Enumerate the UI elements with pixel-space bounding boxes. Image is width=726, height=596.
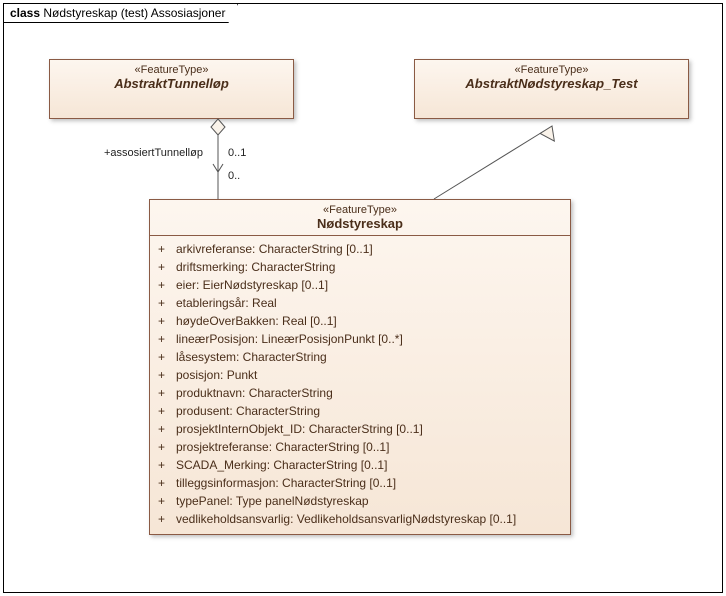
assoc-role-label: +assosiertTunnelløp [104, 147, 203, 159]
attribute-signature: driftsmerking: CharacterString [176, 258, 335, 276]
class-nodstyreskap[interactable]: «FeatureType» Nødstyreskap + arkivreferan… [149, 199, 571, 535]
attribute-row: + etableringsår: Real [158, 294, 562, 312]
class-header: «FeatureType» AbstraktTunnelløp [50, 60, 293, 95]
frame-title-tab: class Nødstyreskap (test) Assosiasjoner [3, 3, 238, 23]
frame-keyword: class [10, 6, 40, 20]
visibility: + [158, 402, 166, 420]
class-header: «FeatureType» AbstraktNødstyreskap_Test [415, 60, 688, 95]
stereotype: «FeatureType» [421, 64, 682, 76]
attribute-row: + produktnavn: CharacterString [158, 384, 562, 402]
attribute-signature: arkivreferanse: CharacterString [0..1] [176, 240, 373, 258]
attribute-row: + vedlikeholdsansvarlig: Vedlikeholdsansv… [158, 510, 562, 528]
class-abstrakt-nodstyreskap-test[interactable]: «FeatureType» AbstraktNødstyreskap_Test [414, 59, 689, 119]
attribute-row: + prosjektreferanse: CharacterString [0..… [158, 438, 562, 456]
attribute-signature: posisjon: Punkt [176, 366, 257, 384]
visibility: + [158, 456, 166, 474]
attribute-signature: høydeOverBakken: Real [0..1] [176, 312, 337, 330]
multiplicity-upper: 0..1 [228, 147, 246, 159]
class-name: AbstraktTunnelløp [56, 76, 287, 91]
attribute-signature: vedlikeholdsansvarlig: Vedlikeholdsansva… [176, 510, 516, 528]
attribute-signature: lineærPosisjon: LineærPosisjonPunkt [0..… [176, 330, 403, 348]
visibility: + [158, 384, 166, 402]
attribute-signature: produsent: CharacterString [176, 402, 320, 420]
visibility: + [158, 312, 166, 330]
visibility: + [158, 366, 166, 384]
attribute-row: + eier: EierNødstyreskap [0..1] [158, 276, 562, 294]
visibility: + [158, 492, 166, 510]
stereotype: «FeatureType» [56, 64, 287, 76]
attribute-signature: prosjektreferanse: CharacterString [0..1… [176, 438, 389, 456]
multiplicity-lower: 0.. [228, 170, 240, 182]
attribute-row: + typePanel: Type panelNødstyreskap [158, 492, 562, 510]
visibility: + [158, 276, 166, 294]
attribute-row: + låsesystem: CharacterString [158, 348, 562, 366]
visibility: + [158, 330, 166, 348]
class-name: Nødstyreskap [156, 216, 564, 231]
attribute-row: + lineærPosisjon: LineærPosisjonPunkt [0.… [158, 330, 562, 348]
class-abstrakt-tunnellop[interactable]: «FeatureType» AbstraktTunnelløp [49, 59, 294, 119]
attribute-signature: etableringsår: Real [176, 294, 277, 312]
attribute-row: + høydeOverBakken: Real [0..1] [158, 312, 562, 330]
attribute-signature: produktnavn: CharacterString [176, 384, 333, 402]
attribute-row: + SCADA_Merking: CharacterString [0..1] [158, 456, 562, 474]
visibility: + [158, 420, 166, 438]
attribute-signature: prosjektInternObjekt_ID: CharacterString… [176, 420, 423, 438]
attribute-signature: låsesystem: CharacterString [176, 348, 327, 366]
attribute-row: + posisjon: Punkt [158, 366, 562, 384]
class-name: AbstraktNødstyreskap_Test [421, 76, 682, 91]
diagram-frame: class Nødstyreskap (test) Assosiasjoner … [3, 3, 723, 593]
stereotype: «FeatureType» [156, 204, 564, 216]
visibility: + [158, 510, 166, 528]
visibility: + [158, 474, 166, 492]
frame-title: Nødstyreskap (test) Assosiasjoner [43, 6, 225, 20]
attribute-row: + driftsmerking: CharacterString [158, 258, 562, 276]
attribute-row: + prosjektInternObjekt_ID: CharacterStrin… [158, 420, 562, 438]
attribute-compartment: +arkivreferanse: CharacterString [0..1]+… [150, 236, 570, 534]
attribute-row: + tilleggsinformasjon: CharacterString [0… [158, 474, 562, 492]
visibility: + [158, 258, 166, 276]
visibility: + [158, 348, 166, 366]
class-header: «FeatureType» Nødstyreskap [150, 200, 570, 235]
attribute-signature: tilleggsinformasjon: CharacterString [0.… [176, 474, 396, 492]
attribute-signature: eier: EierNødstyreskap [0..1] [176, 276, 328, 294]
attribute-row: + arkivreferanse: CharacterString [0..1] [158, 240, 562, 258]
attribute-signature: SCADA_Merking: CharacterString [0..1] [176, 456, 387, 474]
visibility: + [158, 240, 166, 258]
visibility: + [158, 294, 166, 312]
attribute-signature: typePanel: Type panelNødstyreskap [176, 492, 369, 510]
visibility: + [158, 438, 166, 456]
attribute-row: + produsent: CharacterString [158, 402, 562, 420]
